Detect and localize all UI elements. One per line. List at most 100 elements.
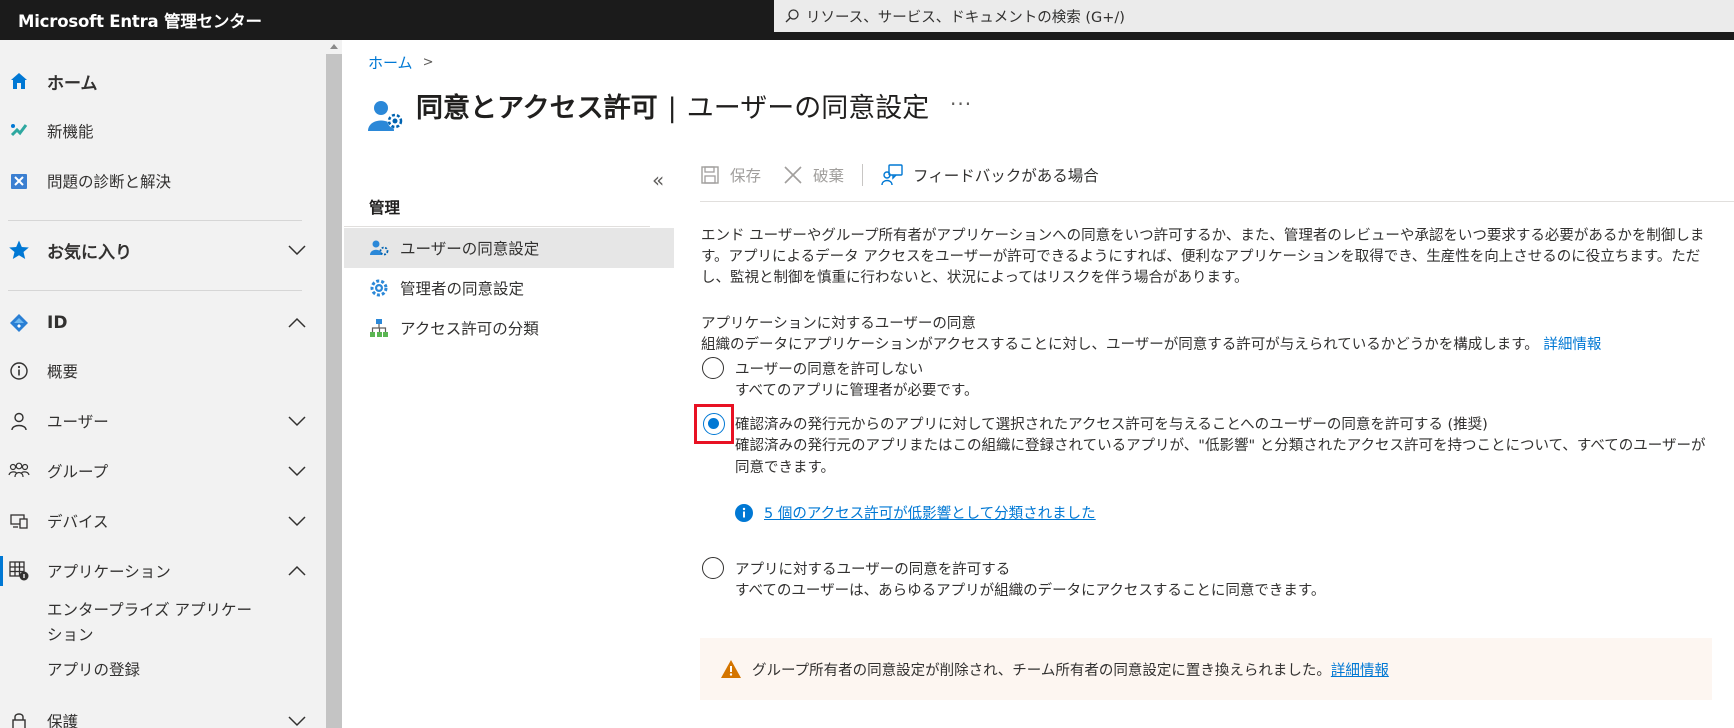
menu-divider xyxy=(344,226,650,227)
nav-id[interactable]: ID xyxy=(0,308,326,338)
section-subtitle: 組織のデータにアプリケーションがアクセスすることに対し、ユーザーが同意する許可が… xyxy=(701,333,1601,354)
nav-devices[interactable]: デバイス xyxy=(0,506,326,536)
nav-whats-new-label: 新機能 xyxy=(47,123,94,141)
section-title: アプリケーションに対するユーザーの同意 xyxy=(701,316,976,332)
info-icon xyxy=(735,503,753,522)
learn-more-link[interactable]: 詳細情報 xyxy=(1543,337,1601,353)
page-description: エンド ユーザーやグループ所有者がアプリケーションへの同意をいつ許可するか、また… xyxy=(701,228,1705,286)
command-bar: 保存 破棄 フィードバックがある場合 xyxy=(700,164,1099,186)
nav-overview-label: 概要 xyxy=(47,363,79,381)
group-icon xyxy=(8,460,30,482)
nav-home[interactable]: ホーム xyxy=(0,66,326,96)
breadcrumb-home[interactable]: ホーム xyxy=(368,52,413,73)
nav-applications-label: アプリケーション xyxy=(47,563,171,581)
discard-button[interactable]: 破棄 xyxy=(783,164,844,186)
consent-permissions-icon xyxy=(368,101,403,131)
nav-app-registrations[interactable]: アプリの登録 xyxy=(47,658,140,683)
brand-title[interactable]: Microsoft Entra 管理センター xyxy=(18,8,262,32)
menu-item-label: 管理者の同意設定 xyxy=(400,280,525,298)
search-icon xyxy=(785,9,799,23)
nav-id-label: ID xyxy=(47,313,68,333)
home-icon xyxy=(8,70,30,92)
feedback-button[interactable]: フィードバックがある場合 xyxy=(881,164,1099,186)
nav-diagnose[interactable]: 問題の診断と解決 xyxy=(0,166,326,196)
nav-favorites-label: お気に入り xyxy=(47,242,132,263)
menu-item-admin-consent-settings[interactable]: 管理者の同意設定 xyxy=(344,268,674,308)
page-title-sub: ユーザーの同意設定 xyxy=(686,93,930,124)
nav-scrollbar[interactable] xyxy=(326,40,342,728)
page-title-main: 同意とアクセス許可 xyxy=(416,93,658,124)
nav-enterprise-apps-line2: ション xyxy=(47,626,94,644)
devices-icon xyxy=(8,510,30,532)
id-diamond-icon xyxy=(8,312,30,334)
feedback-person-icon xyxy=(881,164,903,186)
close-icon xyxy=(784,166,802,184)
diagnose-icon xyxy=(8,170,30,192)
nav-devices-label: デバイス xyxy=(47,513,109,531)
nav-overview[interactable]: 概要 xyxy=(0,356,326,386)
menu-item-permission-classifications[interactable]: アクセス許可の分類 xyxy=(344,308,674,348)
chevron-up-icon[interactable] xyxy=(286,312,308,334)
chevron-down-icon[interactable] xyxy=(286,510,308,532)
collapse-menu-button[interactable]: « xyxy=(652,168,664,192)
warning-text: グループ所有者の同意設定が削除され、チーム所有者の同意設定に置き換えられました。 xyxy=(752,662,1331,679)
nav-users[interactable]: ユーザー xyxy=(0,406,326,436)
info-notice: 5 個のアクセス許可が低影響として分類されました xyxy=(734,502,1096,523)
feedback-label: フィードバックがある場合 xyxy=(913,167,1099,185)
breadcrumb-separator: > xyxy=(422,55,434,70)
radio-allow-verified-publishers[interactable] xyxy=(703,413,725,435)
scrollbar-thumb[interactable] xyxy=(326,54,342,728)
whats-new-icon xyxy=(8,120,30,142)
save-icon xyxy=(701,166,719,184)
nav-whats-new[interactable]: 新機能 xyxy=(0,116,326,146)
nav-favorites[interactable]: お気に入り xyxy=(0,234,326,266)
option-label[interactable]: 確認済みの発行元からのアプリに対して選択されたアクセス許可を与えることへのユーザ… xyxy=(735,413,1488,434)
nav-diagnose-label: 問題の診断と解決 xyxy=(47,173,172,191)
nav-divider xyxy=(8,220,302,221)
page-title: 同意とアクセス許可 | ユーザーの同意設定 xyxy=(416,86,929,125)
nav-protection[interactable]: 保護 xyxy=(0,706,326,728)
chevron-down-icon[interactable] xyxy=(286,710,308,728)
save-label: 保存 xyxy=(730,167,762,185)
save-button[interactable]: 保存 xyxy=(700,164,761,186)
nav-home-label: ホーム xyxy=(47,73,98,94)
info-circle-icon xyxy=(8,360,30,382)
nav-divider xyxy=(8,290,302,291)
chevron-down-icon[interactable] xyxy=(286,410,308,432)
chevron-down-icon[interactable] xyxy=(286,460,308,482)
star-icon xyxy=(8,239,30,261)
chevron-down-icon[interactable] xyxy=(286,239,308,261)
gear-icon xyxy=(370,279,388,297)
nav-groups[interactable]: グループ xyxy=(0,456,326,486)
nav-groups-label: グループ xyxy=(47,463,109,481)
option-label[interactable]: アプリに対するユーザーの同意を許可する xyxy=(735,558,1010,579)
menu-section-heading: 管理 xyxy=(369,199,401,217)
low-impact-permissions-link[interactable]: 5 個のアクセス許可が低影響として分類されました xyxy=(764,502,1096,523)
radio-allow-all-apps[interactable] xyxy=(702,557,724,579)
more-options-button[interactable]: ··· xyxy=(950,92,972,116)
option-description: すべてのユーザーは、あらゆるアプリが組織のデータにアクセスすることに同意できます… xyxy=(735,583,1326,599)
toolbar-divider-line xyxy=(700,201,1734,202)
nav-users-label: ユーザー xyxy=(47,413,109,431)
warning-banner: グループ所有者の同意設定が削除され、チーム所有者の同意設定に置き換えられました。… xyxy=(700,638,1712,700)
user-icon xyxy=(8,410,30,432)
applications-icon xyxy=(8,560,30,582)
breadcrumb: ホーム > xyxy=(368,52,433,73)
option-label[interactable]: ユーザーの同意を許可しない xyxy=(735,358,923,379)
lock-icon xyxy=(8,710,30,728)
toolbar-divider xyxy=(862,164,864,186)
radio-do-not-allow-consent[interactable] xyxy=(702,357,724,379)
left-navigation: ホーム 新機能 問題の診断と解決 お気に入り ID 概要 ユーザー グループ デ… xyxy=(0,40,326,728)
scroll-up-arrow-icon[interactable] xyxy=(330,44,338,49)
nav-enterprise-apps[interactable]: エンタープライズ アプリケー ション xyxy=(47,598,252,648)
menu-item-label: アクセス許可の分類 xyxy=(400,320,539,338)
menu-item-label: ユーザーの同意設定 xyxy=(400,240,540,258)
global-search-box[interactable]: リソース、サービス、ドキュメントの検索 (G+/) xyxy=(774,0,1734,32)
top-bar: Microsoft Entra 管理センター リソース、サービス、ドキュメントの… xyxy=(0,0,1734,40)
warning-learn-more-link[interactable]: 詳細情報 xyxy=(1331,659,1389,680)
nav-applications[interactable]: アプリケーション xyxy=(0,556,326,586)
hierarchy-icon xyxy=(370,319,388,337)
menu-item-user-consent-settings[interactable]: ユーザーの同意設定 xyxy=(344,228,674,268)
chevron-up-icon[interactable] xyxy=(286,560,308,582)
section-subtitle-text: 組織のデータにアプリケーションがアクセスすることに対し、ユーザーが同意する許可が… xyxy=(701,337,1539,353)
